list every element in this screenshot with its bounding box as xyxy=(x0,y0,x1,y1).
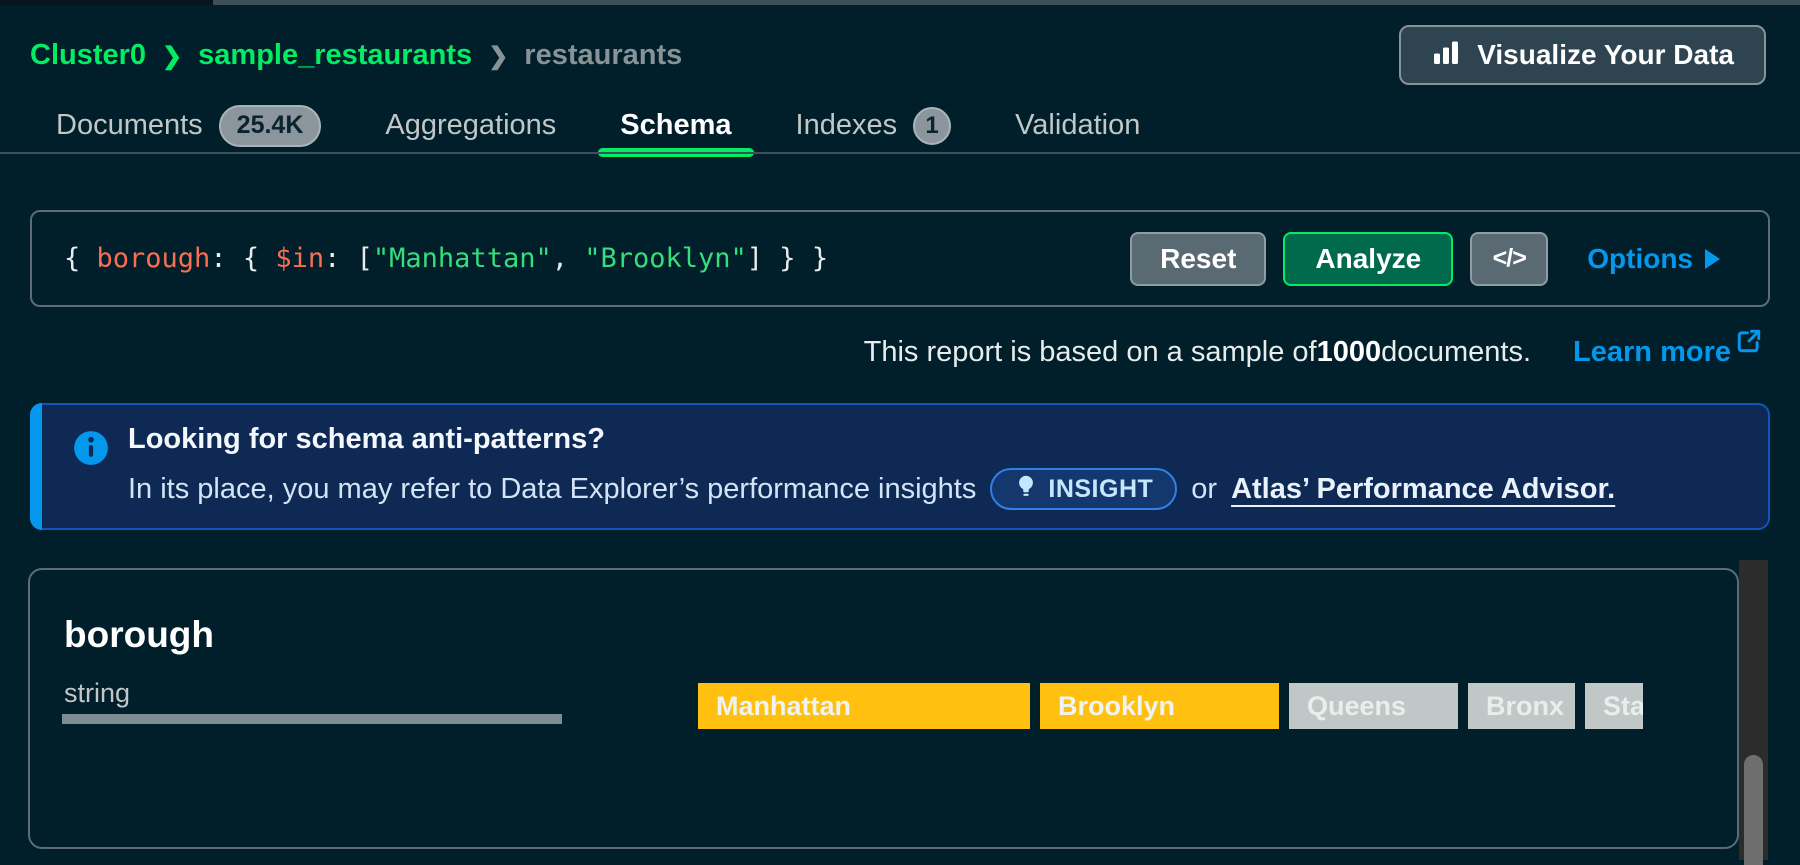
tab-indexes-label: Indexes xyxy=(796,109,898,142)
options-label: Options xyxy=(1587,243,1693,275)
scrollbar-track[interactable] xyxy=(1739,560,1768,860)
reset-button[interactable]: Reset xyxy=(1130,232,1266,286)
field-type-label[interactable]: string xyxy=(64,678,130,709)
visualize-your-data-button[interactable]: Visualize Your Data xyxy=(1399,25,1766,85)
options-button[interactable]: Options xyxy=(1587,243,1720,275)
distribution-bar-brooklyn[interactable]: Brooklyn xyxy=(1040,683,1279,729)
report-text-suffix: documents. xyxy=(1381,336,1531,369)
lightbulb-icon xyxy=(1014,474,1038,505)
sample-count: 1000 xyxy=(1317,336,1382,369)
distribution-bar-manhattan[interactable]: Manhattan xyxy=(698,683,1030,729)
bar-chart-icon xyxy=(1431,37,1461,74)
field-name: borough xyxy=(64,614,214,656)
tab-aggregations[interactable]: Aggregations xyxy=(363,97,578,154)
learn-more-link[interactable]: Learn more xyxy=(1573,336,1762,369)
code-toggle-button[interactable]: </> xyxy=(1470,232,1548,286)
performance-advisor-link[interactable]: Atlas’ Performance Advisor. xyxy=(1231,473,1615,506)
topbar: Cluster0 ❯ sample_restaurants ❯ restaura… xyxy=(30,22,1766,88)
info-icon xyxy=(72,429,110,472)
tab-validation-label: Validation xyxy=(1015,109,1140,142)
code-brackets-icon: </> xyxy=(1493,244,1526,273)
tab-schema-label: Schema xyxy=(620,109,731,142)
banner-body: In its place, you may refer to Data Expl… xyxy=(128,468,1738,510)
query-token-operator: $in xyxy=(275,243,324,274)
learn-more-label: Learn more xyxy=(1573,336,1731,369)
query-bar: { borough: { $in: ["Manhattan", "Brookly… xyxy=(30,210,1770,307)
schema-antipatterns-banner: Looking for schema anti-patterns? In its… xyxy=(30,403,1770,530)
analyze-button[interactable]: Analyze xyxy=(1283,232,1453,286)
banner-body-text: In its place, you may refer to Data Expl… xyxy=(128,473,976,506)
tab-documents[interactable]: Documents 25.4K xyxy=(34,97,343,154)
distribution-bars: ManhattanBrooklynQueensBronxStaten Islan… xyxy=(698,683,1643,729)
tab-aggregations-label: Aggregations xyxy=(385,109,556,142)
banner-title: Looking for schema anti-patterns? xyxy=(128,423,1738,456)
report-text-prefix: This report is based on a sample of xyxy=(864,336,1317,369)
distribution-bar-bronx[interactable]: Bronx xyxy=(1468,683,1575,729)
sample-report-line: This report is based on a sample of 1000… xyxy=(864,330,1762,374)
field-type-share-bar[interactable] xyxy=(62,714,562,724)
breadcrumb-database[interactable]: sample_restaurants xyxy=(198,39,472,72)
banner-conjunction: or xyxy=(1191,473,1217,506)
schema-field-card: borough string ManhattanBrooklynQueensBr… xyxy=(28,568,1739,849)
query-token: , xyxy=(552,243,585,274)
chevron-right-icon: ❯ xyxy=(488,42,508,71)
breadcrumb-collection: restaurants xyxy=(524,39,682,72)
query-token: ] } } xyxy=(747,243,828,274)
distribution-bar-staten-island[interactable]: Staten Island xyxy=(1585,683,1643,729)
scrollbar-thumb[interactable] xyxy=(1744,755,1763,865)
banner-accent-bar xyxy=(30,403,42,530)
query-token-field: borough xyxy=(97,243,211,274)
options-caret-icon xyxy=(1705,249,1720,269)
visualize-button-label: Visualize Your Data xyxy=(1477,39,1734,71)
query-token: { xyxy=(64,243,97,274)
window-chrome-strip xyxy=(0,0,1800,5)
query-token: : [ xyxy=(324,243,373,274)
tab-validation[interactable]: Validation xyxy=(993,97,1162,154)
chevron-right-icon: ❯ xyxy=(162,42,182,71)
breadcrumb: Cluster0 ❯ sample_restaurants ❯ restaura… xyxy=(30,39,682,72)
distribution-bar-queens[interactable]: Queens xyxy=(1289,683,1458,729)
window-chrome-strip-dark xyxy=(0,0,213,5)
external-link-icon xyxy=(1736,328,1762,362)
insight-badge-label: INSIGHT xyxy=(1048,475,1153,504)
collection-tabs: Documents 25.4K Aggregations Schema Inde… xyxy=(34,97,1162,154)
tabs-divider xyxy=(0,152,1800,154)
query-token-string: "Brooklyn" xyxy=(584,243,747,274)
query-token: : { xyxy=(210,243,275,274)
insight-badge[interactable]: INSIGHT xyxy=(990,468,1177,510)
tab-indexes[interactable]: Indexes 1 xyxy=(774,97,974,154)
documents-count-badge: 25.4K xyxy=(219,105,322,147)
query-input[interactable]: { borough: { $in: ["Manhattan", "Brookly… xyxy=(64,243,1130,274)
breadcrumb-cluster[interactable]: Cluster0 xyxy=(30,39,146,72)
query-actions: Reset Analyze </> Options xyxy=(1130,232,1720,286)
tab-schema[interactable]: Schema xyxy=(598,97,753,154)
indexes-count-badge: 1 xyxy=(913,107,951,145)
tab-documents-label: Documents xyxy=(56,109,203,142)
query-token-string: "Manhattan" xyxy=(373,243,552,274)
